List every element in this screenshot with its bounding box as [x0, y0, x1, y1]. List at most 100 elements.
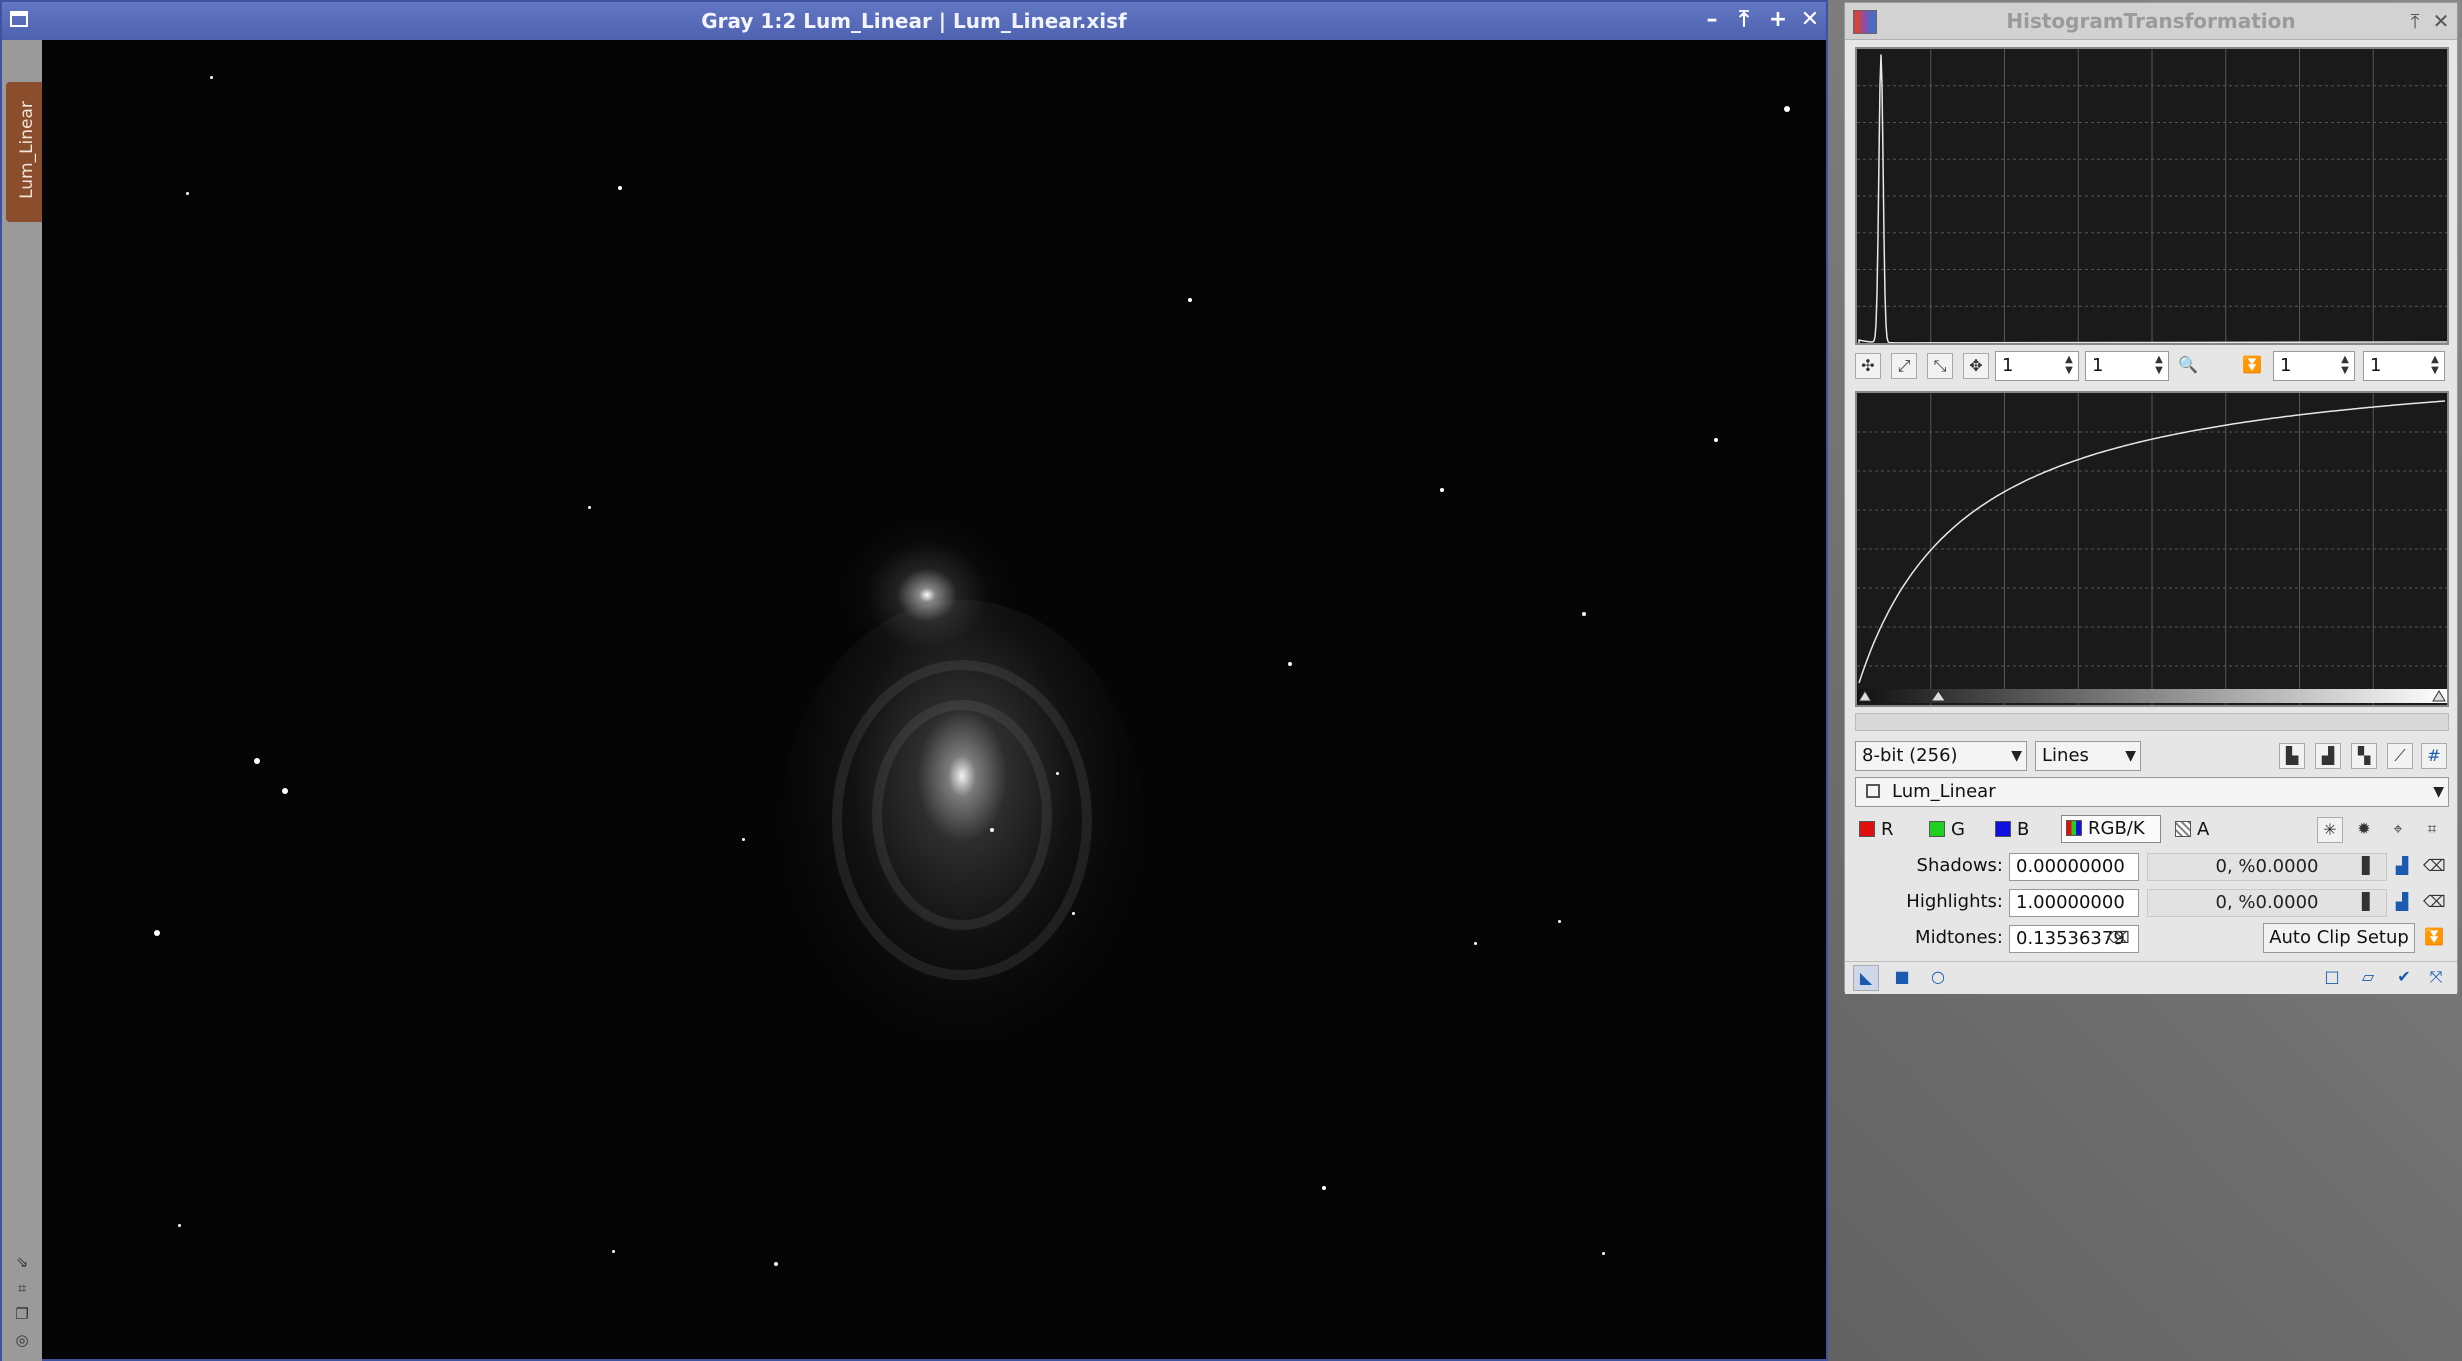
magnifier-icon[interactable]: 🔍	[2175, 353, 2201, 379]
plot-style-combo[interactable]: Lines ▼	[2035, 741, 2141, 771]
output-preview-bar[interactable]	[1855, 713, 2449, 731]
view-selector-combo[interactable]: Lum_Linear ▼	[1855, 777, 2449, 807]
highlights-reset-icon[interactable]: ⌫	[2423, 890, 2446, 916]
view-identifier-tab[interactable]: Lum_Linear	[6, 82, 42, 222]
expand-down-icon[interactable]: ⏬	[2423, 925, 2445, 951]
highlights-label: Highlights:	[1906, 891, 2003, 912]
dropdown-arrow-icon: ▼	[2433, 784, 2444, 800]
resize-arrow-icon[interactable]: ⇘	[14, 1254, 30, 1270]
channel-b-label: B	[2017, 819, 2030, 840]
highlights-input[interactable]: 1.00000000	[2009, 889, 2139, 917]
show-graph-icon[interactable]: ▚	[2351, 743, 2377, 769]
star	[1784, 106, 1790, 112]
zoom-out-mode-icon[interactable]: ⤡	[1927, 353, 1953, 379]
spin-arrows-icon[interactable]: ▲ ▼	[2152, 354, 2166, 378]
reject-highlights-icon[interactable]: ▟	[2315, 743, 2341, 769]
clone-view-icon[interactable]: ❐	[14, 1306, 30, 1322]
move-mode-icon[interactable]: ✥	[1963, 353, 1989, 379]
close-icon[interactable]: ✕	[2429, 9, 2453, 33]
channel-a-label: A	[2197, 819, 2210, 840]
histogram-line	[1858, 54, 2447, 343]
highlights-auto-icon[interactable]: ▟	[2391, 890, 2413, 916]
shade-icon[interactable]: ⤒	[1730, 6, 1758, 34]
transfer-curve-graph[interactable]	[1855, 391, 2449, 707]
star	[1714, 438, 1718, 442]
star	[1440, 488, 1444, 492]
spin-arrows-icon[interactable]: ▲ ▼	[2338, 354, 2352, 378]
new-instance-icon[interactable]: ◣	[1853, 965, 1879, 991]
auto-clip-setup-button[interactable]: Auto Clip Setup	[2263, 923, 2415, 953]
auto-clip-highlights-icon[interactable]: ⌗	[2419, 817, 2445, 843]
histogram-resolution-combo[interactable]: 8-bit (256) ▼	[1855, 741, 2027, 771]
star	[1474, 942, 1477, 945]
plot-style-value: Lines	[2042, 745, 2089, 766]
channel-rgbk-toggle[interactable]: RGB/K	[2061, 815, 2161, 843]
browse-documentation-icon[interactable]: ▱	[2355, 965, 2381, 991]
shade-icon[interactable]: ⤒	[2403, 9, 2427, 33]
blue-swatch-icon	[1995, 821, 2011, 837]
shadows-clip-histogram-icon[interactable]: ▋	[2357, 854, 2379, 880]
highlights-clipping-readout: 0, %0.0000	[2147, 889, 2387, 917]
collapse-down-icon[interactable]: ⏬	[2239, 353, 2265, 379]
real-time-preview-icon[interactable]: ○	[1925, 965, 1951, 991]
star	[1558, 920, 1561, 923]
channel-g-toggle[interactable]: G	[1929, 819, 1965, 841]
channel-a-toggle[interactable]: A	[2175, 819, 2209, 841]
image-window-title: Gray 1:2 Lum_Linear | Lum_Linear.xisf	[701, 9, 1127, 33]
reject-shadows-icon[interactable]: ▙	[2279, 743, 2305, 769]
close-icon[interactable]: ✕	[1796, 6, 1824, 34]
spin-arrows-icon[interactable]: ▲ ▼	[2062, 354, 2076, 378]
grid-toggle-icon[interactable]: #	[2421, 743, 2447, 769]
companion-galaxy	[842, 520, 1012, 670]
maximize-icon[interactable]: +	[1764, 6, 1792, 34]
output-vertical-zoom-spin[interactable]: 1 ▲ ▼	[2363, 351, 2445, 381]
star	[1056, 772, 1059, 775]
shadows-reset-icon[interactable]: ⌫	[2423, 854, 2446, 880]
star	[618, 186, 622, 190]
star	[774, 1262, 778, 1266]
input-histogram-graph[interactable]	[1855, 47, 2449, 345]
midtones-reset-icon[interactable]: ⌫	[2107, 926, 2130, 952]
auto-zero-shadows-icon[interactable]: ✳	[2317, 817, 2343, 843]
star	[588, 506, 591, 509]
channel-b-toggle[interactable]: B	[1995, 819, 2029, 841]
horizontal-zoom-value: 1	[2002, 355, 2014, 376]
input-histogram-plot	[1857, 49, 2447, 343]
fit-view-icon[interactable]: ⌗	[14, 1280, 30, 1296]
star	[186, 192, 189, 195]
output-vertical-zoom-value: 1	[2370, 355, 2382, 376]
histogram-transformation-panel: HistogramTransformation ⤒ ✕ ✣ ⤢ ⤡ ✥ 1 ▲ ▼…	[1844, 2, 2458, 994]
preview-square-icon[interactable]: □	[2319, 965, 2345, 991]
horizontal-zoom-spin[interactable]: 1 ▲ ▼	[1995, 351, 2079, 381]
output-horizontal-zoom-spin[interactable]: 1 ▲ ▼	[2273, 351, 2355, 381]
zoom-in-mode-icon[interactable]: ⤢	[1891, 353, 1917, 379]
reset-panel-icon[interactable]: ⤧	[2423, 965, 2449, 991]
image-window-titlebar[interactable]: Gray 1:2 Lum_Linear | Lum_Linear.xisf – …	[2, 2, 1826, 40]
channel-r-toggle[interactable]: R	[1859, 819, 1894, 841]
alpha-swatch-icon	[2175, 821, 2191, 837]
midtones-label: Midtones:	[1915, 927, 2003, 948]
star	[154, 930, 160, 936]
galaxy-arm	[872, 700, 1052, 930]
star	[210, 76, 213, 79]
dropdown-arrow-icon: ▼	[2125, 748, 2136, 764]
shadows-auto-icon[interactable]: ▟	[2391, 854, 2413, 880]
apply-check-icon[interactable]: ✔	[2391, 965, 2417, 991]
vertical-zoom-spin[interactable]: 1 ▲ ▼	[2085, 351, 2169, 381]
spin-arrows-icon[interactable]: ▲ ▼	[2428, 354, 2442, 378]
star	[1188, 298, 1192, 302]
transfer-curve-plot	[1857, 393, 2447, 705]
shadows-input[interactable]: 0.00000000	[2009, 853, 2139, 881]
image-canvas[interactable]	[42, 40, 1826, 1359]
star	[1602, 1252, 1605, 1255]
panel-titlebar[interactable]: HistogramTransformation ⤒ ✕	[1845, 3, 2457, 40]
show-curve-icon[interactable]: ⟋	[2387, 743, 2413, 769]
minimize-icon[interactable]: –	[1698, 6, 1726, 34]
auto-zero-highlights-icon[interactable]: ✹	[2351, 817, 2377, 843]
apply-global-icon[interactable]: ■	[1889, 965, 1915, 991]
highlights-clip-histogram-icon[interactable]: ▋	[2357, 890, 2379, 916]
auto-clip-shadows-icon[interactable]: ⌖	[2385, 817, 2411, 843]
pan-mode-icon[interactable]: ✣	[1855, 353, 1881, 379]
target-icon[interactable]: ◎	[14, 1332, 30, 1348]
star	[1288, 662, 1292, 666]
